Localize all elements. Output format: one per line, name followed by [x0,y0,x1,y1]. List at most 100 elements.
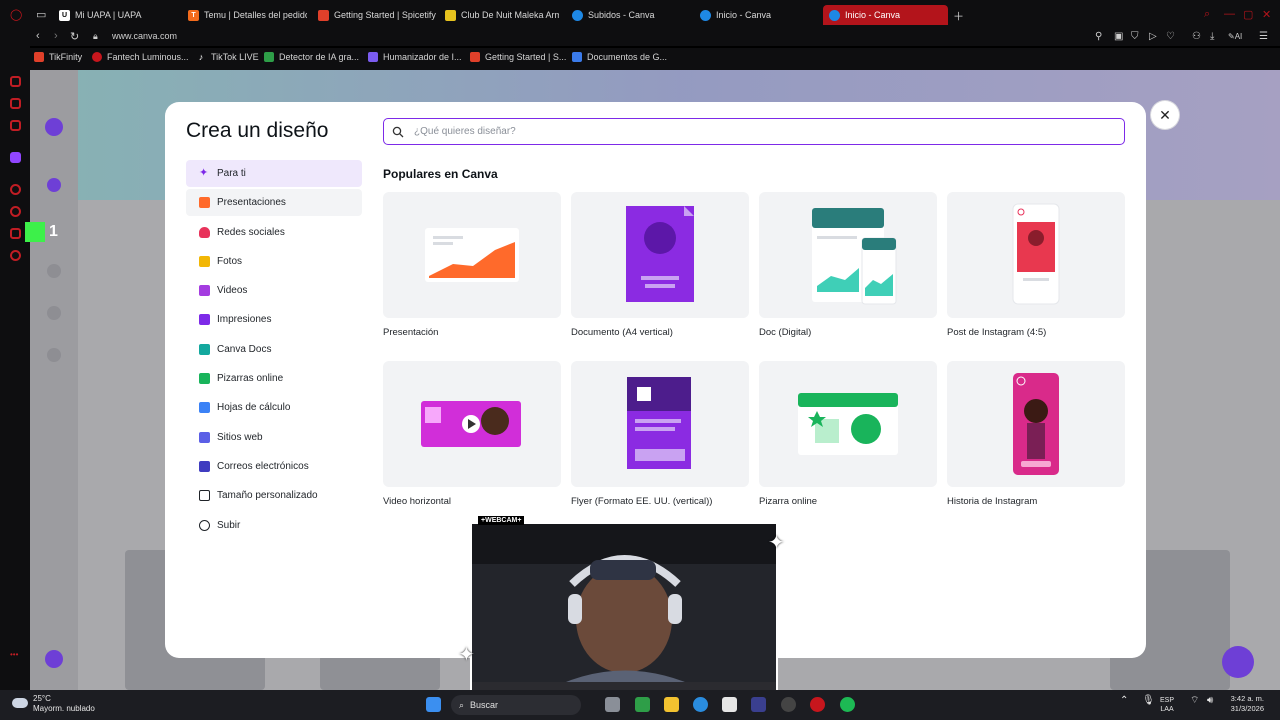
minimize-icon[interactable]: — [1224,8,1235,20]
home-icon [47,178,61,192]
reload-icon[interactable]: ↻ [70,30,79,43]
menu-item-sitios-web[interactable]: Sitios web [186,424,362,451]
design-card-post-instagram[interactable]: Post de Instagram (4:5) [947,192,1125,338]
menu-item-impresiones[interactable]: Impresiones [186,306,362,333]
bookmark-tikfinity[interactable]: TikFinity [34,52,82,62]
design-card-flyer[interactable]: Flyer (Formato EE. UU. (vertical)) [571,361,749,507]
design-search-box[interactable] [383,118,1125,145]
windows-taskbar: 25°C Mayorm. nublado ⌕ Buscar ⌃ 🎙︎ ESP L… [0,690,1280,720]
back-icon[interactable]: ‹ [36,30,40,42]
sidebar-app-icon[interactable] [10,228,21,239]
close-window-icon[interactable]: ✕ [1262,8,1271,21]
menu-item-hojas-de-calculo[interactable]: Hojas de cálculo [186,394,362,421]
design-card-historia-instagram[interactable]: Historia de Instagram [947,361,1125,507]
tab-spicetify[interactable]: Getting Started | Spicetify [312,5,437,25]
menu-item-para-ti[interactable]: ✦ Para ti [186,160,362,187]
microphone-icon[interactable]: 🎙︎ [1142,696,1155,706]
maximize-icon[interactable]: ▢ [1243,8,1253,21]
templates-icon [47,306,61,320]
sidebar-app-icon[interactable] [10,184,21,195]
tab-label: Inicio - Canva [716,10,772,20]
store-icon[interactable] [722,697,737,712]
tray-chevron-icon[interactable]: ⌃ [1120,696,1128,706]
account-icon[interactable]: ⚇ [1192,31,1201,42]
menu-icon[interactable]: ☰ [1259,31,1268,42]
bookmark-humanizador[interactable]: Humanizador de I... [368,52,462,62]
star-decoration-icon: ✦ [458,644,475,666]
url-text[interactable]: www.canva.com [112,31,177,41]
menu-item-pizarras-online[interactable]: Pizarras online [186,365,362,392]
app-icon[interactable] [751,697,766,712]
tab-label: Mi UAPA | UAPA [75,10,142,20]
design-card-presentacion[interactable]: Presentación [383,192,561,338]
canva-side-rail [30,70,78,690]
menu-item-correos[interactable]: Correos electrónicos [186,453,362,480]
snapshot-icon[interactable]: ▣ [1114,31,1123,42]
forward-icon[interactable]: › [54,30,58,42]
file-explorer-icon[interactable] [664,697,679,712]
opera-logo-icon[interactable]: ◯ [10,8,22,21]
shield-icon[interactable]: ⛉ [1131,31,1139,42]
taskbar-search[interactable]: ⌕ Buscar [451,695,581,715]
aria-ai-icon[interactable]: ✎AI [1228,32,1242,41]
tab-uapa[interactable]: U Mi UAPA | UAPA [53,5,173,25]
pin-icon[interactable]: ⚲ [1095,31,1102,42]
app-icon[interactable] [781,697,796,712]
tab-inicio-canva[interactable]: Inicio - Canva [694,5,814,25]
sidebar-app-icon[interactable] [10,120,21,131]
bookmark-label: Getting Started | S... [485,52,567,62]
weather-widget[interactable]: 25°C Mayorm. nublado [33,694,95,714]
opera-sidebar: ••• [0,46,30,690]
tab-menu-icon[interactable]: ▭ [36,8,46,21]
download-icon[interactable]: ⤓ [1210,31,1214,42]
task-view-icon[interactable] [605,697,620,712]
opera-taskbar-icon[interactable] [810,697,825,712]
windows-start-icon[interactable] [426,697,441,712]
heart-outline-icon[interactable]: ♡ [1166,31,1175,42]
spotify-icon[interactable] [840,697,855,712]
tab-inicio-canva-active[interactable]: Inicio - Canva [823,5,948,25]
wifi-icon[interactable]: ⌔ [1190,696,1199,706]
tab-club-de-nuit[interactable]: Club De Nuit Maleka Arma... [439,5,559,25]
bookmark-tiktok-live[interactable]: ♪ TikTok LIVE [196,52,259,62]
new-tab-icon[interactable]: ＋ [953,8,964,24]
sidebar-app-icon[interactable] [10,98,21,109]
menu-item-subir[interactable]: Subir [186,512,362,539]
search-icon [392,126,404,137]
menu-item-redes-sociales[interactable]: Redes sociales [186,219,362,246]
category-menu: ✦ Para ti Presentaciones Redes sociales … [186,160,362,541]
tab-subidos-canva[interactable]: Subidos - Canva [566,5,686,25]
bookmark-documentos[interactable]: Documentos de G... [572,52,667,62]
tab-temu[interactable]: T Temu | Detalles del pedido [182,5,307,25]
menu-item-fotos[interactable]: Fotos [186,248,362,275]
bookmark-getting-started[interactable]: Getting Started | S... [470,52,566,62]
design-search-input[interactable] [414,126,1094,137]
edge-icon[interactable] [693,697,708,712]
language-top: ESP [1160,697,1175,704]
volume-icon[interactable]: 🔊︎ [1207,696,1213,706]
design-card-pizarra[interactable]: Pizarra online [759,361,937,507]
menu-item-tamano-personalizado[interactable]: Tamaño personalizado [186,482,362,509]
close-modal-button[interactable]: ✕ [1151,101,1179,129]
twitch-icon[interactable] [10,152,21,163]
bookmark-fantech[interactable]: Fantech Luminous... [92,52,189,62]
bookmark-label: Documentos de G... [587,52,668,62]
temu-icon: T [188,9,199,21]
menu-item-presentaciones[interactable]: Presentaciones [186,189,362,217]
clock[interactable]: 3:42 a. m. 31/3/2026 [1224,694,1264,714]
app-icon[interactable] [635,697,650,712]
language-indicator[interactable]: ESP LAA [1160,696,1174,714]
menu-item-canva-docs[interactable]: Canva Docs [186,336,362,363]
bookmark-detector-ia[interactable]: Detector de IA gra... [264,52,359,62]
star-decoration-icon: ✦ [768,532,785,554]
design-card-doc-digital[interactable]: Doc (Digital) [759,192,937,338]
history-icon[interactable] [10,206,21,217]
settings-icon[interactable] [10,250,21,261]
sidebar-app-icon[interactable] [10,76,21,87]
more-icon[interactable]: ••• [10,650,21,661]
search-tabs-icon[interactable]: ⌕ [1204,8,1210,21]
menu-item-videos[interactable]: Videos [186,277,362,304]
design-card-documento[interactable]: Documento (A4 vertical) [571,192,749,338]
play-icon[interactable]: ▷ [1149,31,1157,42]
design-card-video-horizontal[interactable]: Video horizontal [383,361,561,507]
